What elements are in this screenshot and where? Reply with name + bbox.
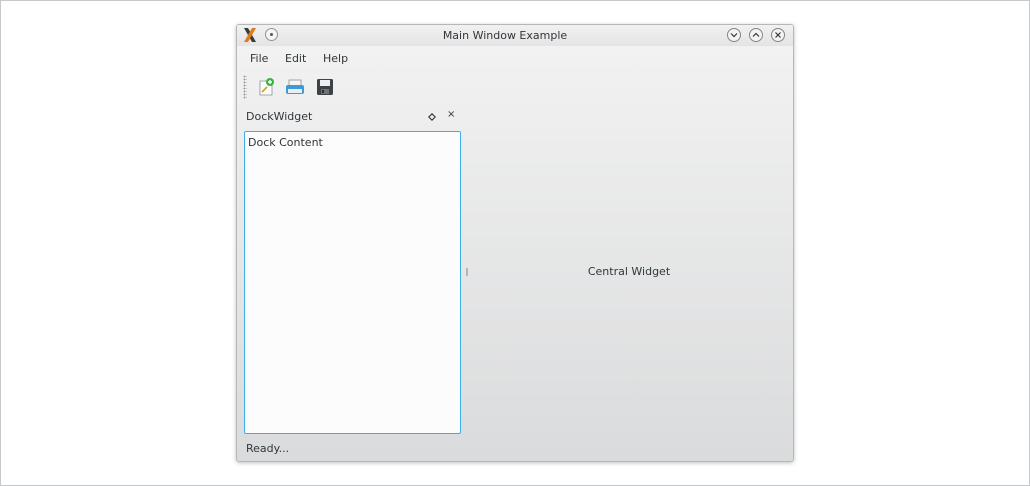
dock-title[interactable]: DockWidget [246, 110, 312, 123]
title-bar[interactable]: Main Window Example [237, 25, 793, 46]
float-icon[interactable] [428, 111, 436, 124]
dock-content-area[interactable]: Dock Content [244, 131, 461, 434]
dock-widget: DockWidget × Dock Content [242, 104, 465, 435]
window-title: Main Window Example [442, 29, 568, 42]
toolbar-handle[interactable] [243, 75, 247, 99]
save-icon[interactable] [315, 77, 335, 97]
dock-close-icon[interactable]: × [447, 109, 455, 120]
new-file-icon[interactable] [257, 77, 277, 97]
chevron-down-icon[interactable] [727, 28, 741, 42]
central-widget-label: Central Widget [587, 265, 671, 278]
print-icon[interactable] [285, 77, 305, 97]
menu-edit[interactable]: Edit [285, 52, 306, 65]
menu-bar: File Edit Help [238, 48, 791, 70]
chevron-up-icon[interactable] [749, 28, 763, 42]
status-bar: Ready... [238, 438, 791, 458]
menu-help[interactable]: Help [323, 52, 348, 65]
status-text: Ready... [246, 442, 290, 455]
menu-file[interactable]: File [250, 52, 268, 65]
toolbar [238, 72, 791, 102]
central-widget: Central Widget [468, 104, 790, 435]
dock-content-text: Dock Content [248, 136, 323, 149]
close-icon[interactable] [771, 28, 785, 42]
main-window: Main Window Example File Edit Help DockW… [236, 24, 794, 462]
